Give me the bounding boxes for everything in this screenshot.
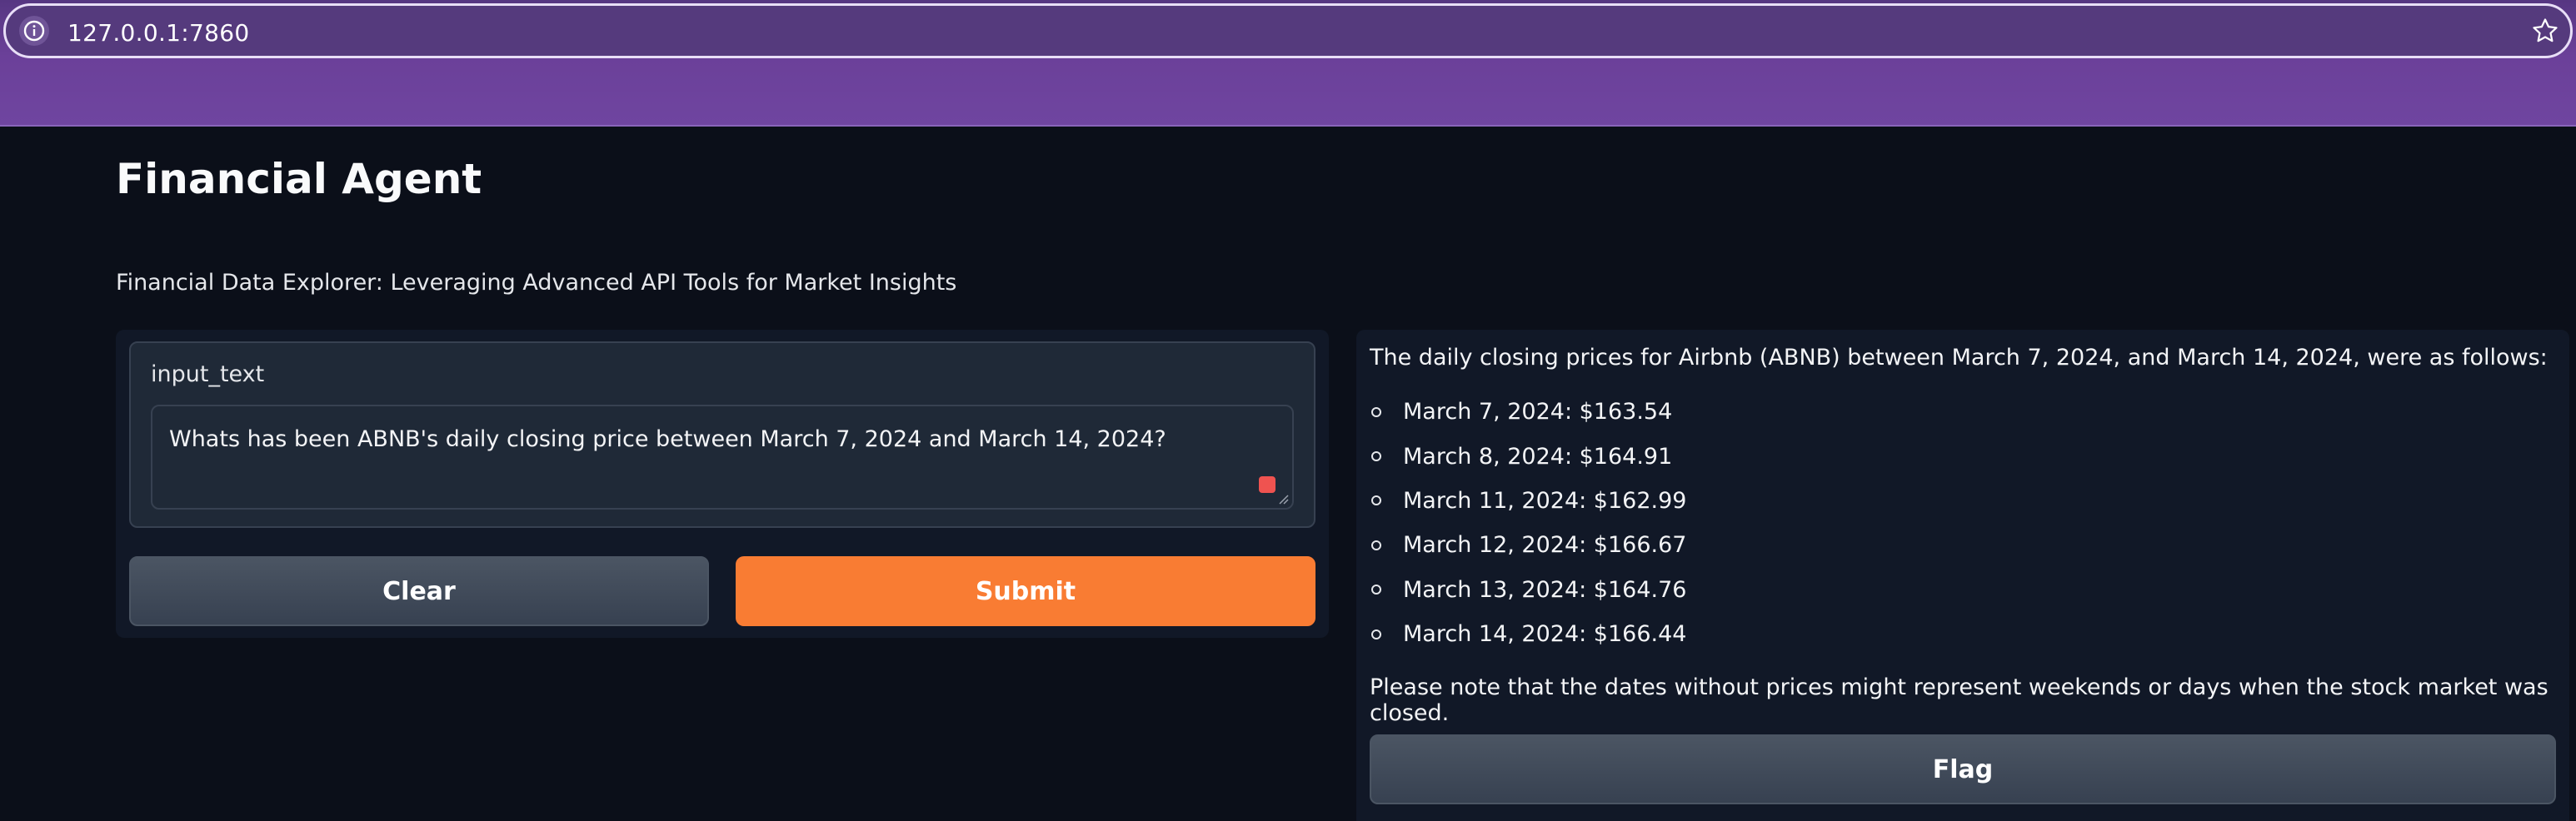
bullet-icon — [1371, 540, 1381, 550]
list-item-text: March 11, 2024: $162.99 — [1403, 487, 1687, 514]
output-panel: The daily closing prices for Airbnb (ABN… — [1356, 330, 2569, 821]
input-block: input_text Whats has been ABNB's daily c… — [129, 341, 1315, 528]
bullet-icon — [1371, 629, 1381, 639]
input-textarea-value[interactable]: Whats has been ABNB's daily closing pric… — [169, 426, 1166, 452]
input-panel: input_text Whats has been ABNB's daily c… — [116, 330, 1329, 638]
bullet-icon — [1371, 495, 1381, 506]
price-list: March 7, 2024: $163.54 March 8, 2024: $1… — [1370, 390, 1686, 656]
input-label: input_text — [151, 361, 265, 387]
input-textarea[interactable]: Whats has been ABNB's daily closing pric… — [151, 405, 1294, 510]
resize-handle-icon[interactable] — [1277, 493, 1289, 505]
bullet-icon — [1371, 585, 1381, 595]
url-text[interactable]: 127.0.0.1:7860 — [67, 19, 249, 47]
info-icon[interactable] — [19, 16, 49, 46]
submit-button[interactable]: Submit — [736, 556, 1315, 626]
clear-button[interactable]: Clear — [129, 556, 709, 626]
list-item-text: March 8, 2024: $164.91 — [1403, 443, 1673, 470]
bullet-icon — [1371, 406, 1381, 417]
list-item: March 7, 2024: $163.54 — [1370, 390, 1686, 434]
list-item-text: March 13, 2024: $164.76 — [1403, 576, 1687, 603]
star-icon[interactable] — [2529, 14, 2562, 47]
list-item: March 14, 2024: $166.44 — [1370, 612, 1686, 656]
list-item-text: March 14, 2024: $166.44 — [1403, 621, 1687, 648]
list-item-text: March 12, 2024: $166.67 — [1403, 532, 1687, 559]
flag-button[interactable]: Flag — [1370, 734, 2556, 804]
list-item: March 11, 2024: $162.99 — [1370, 479, 1686, 523]
list-item: March 8, 2024: $164.91 — [1370, 434, 1686, 478]
address-bar[interactable]: 127.0.0.1:7860 — [3, 3, 2573, 58]
list-item: March 13, 2024: $164.76 — [1370, 568, 1686, 612]
record-icon[interactable] — [1259, 476, 1276, 493]
output-intro: The daily closing prices for Airbnb (ABN… — [1370, 345, 2548, 371]
list-item-text: March 7, 2024: $163.54 — [1403, 399, 1673, 425]
list-item: March 12, 2024: $166.67 — [1370, 523, 1686, 567]
bullet-icon — [1371, 451, 1381, 462]
browser-toolbar: 127.0.0.1:7860 — [0, 0, 2576, 127]
page-subtitle: Financial Data Explorer: Leveraging Adva… — [116, 270, 957, 296]
output-note: Please note that the dates without price… — [1370, 674, 2549, 726]
page-title: Financial Agent — [116, 155, 482, 203]
